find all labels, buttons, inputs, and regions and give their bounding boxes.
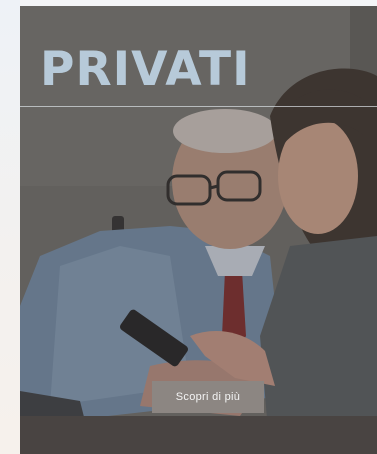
privati-banner-card[interactable]: PRIVATI Scopri di più [20, 6, 377, 454]
page-background [0, 0, 20, 454]
banner-title: PRIVATI [40, 42, 251, 97]
title-divider [20, 106, 377, 107]
scopri-di-piu-button[interactable]: Scopri di più [152, 381, 264, 413]
